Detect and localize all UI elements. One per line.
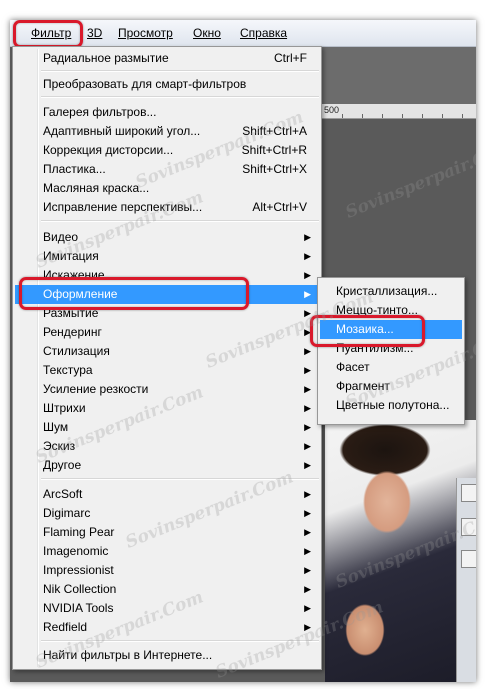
filter-item-browse-online[interactable]: Найти фильтры в Интернете... bbox=[15, 646, 319, 665]
callout-filter-menu bbox=[13, 20, 83, 48]
filter-item-redfield[interactable]: Redfield ▶ bbox=[15, 618, 319, 637]
filter-item-vanishing-point[interactable]: Исправление перспективы... Alt+Ctrl+V bbox=[15, 198, 319, 217]
filter-item-sketch[interactable]: Эскиз ▶ bbox=[15, 437, 319, 456]
filter-item-brush-strokes[interactable]: Штрихи ▶ bbox=[15, 399, 319, 418]
filter-item-radial-blur[interactable]: Радиальное размытие Ctrl+F bbox=[15, 49, 319, 68]
filter-item-oil-paint[interactable]: Масляная краска... bbox=[15, 179, 319, 198]
filter-item-render[interactable]: Рендеринг ▶ bbox=[15, 323, 319, 342]
submenu-item-fragment[interactable]: Фрагмент bbox=[320, 377, 462, 396]
filter-item-nik-collection[interactable]: Nik Collection ▶ bbox=[15, 580, 319, 599]
workspace-background bbox=[322, 46, 476, 104]
filter-item-adaptive-wide-angle[interactable]: Адаптивный широкий угол... Shift+Ctrl+A bbox=[15, 122, 319, 141]
horizontal-ruler: 500 bbox=[322, 104, 476, 119]
filter-item-noise[interactable]: Шум ▶ bbox=[15, 418, 319, 437]
filter-item-artistic[interactable]: Имитация ▶ bbox=[15, 247, 319, 266]
filter-item-other[interactable]: Другое ▶ bbox=[15, 456, 319, 475]
menu-help[interactable]: Справка bbox=[240, 25, 287, 41]
filter-item-imagenomic[interactable]: Imagenomic ▶ bbox=[15, 542, 319, 561]
filter-item-gallery[interactable]: Галерея фильтров... bbox=[15, 103, 319, 122]
canvas-photo bbox=[325, 420, 476, 682]
filter-item-flaming-pear[interactable]: Flaming Pear ▶ bbox=[15, 523, 319, 542]
filter-item-impressionist[interactable]: Impressionist ▶ bbox=[15, 561, 319, 580]
submenu-item-color-halftone[interactable]: Цветные полутона... bbox=[320, 396, 462, 415]
filter-item-liquify[interactable]: Пластика... Shift+Ctrl+X bbox=[15, 160, 319, 179]
photoshop-window: 500 Фильтр 3D Просмотр Окно Справка Ради… bbox=[10, 20, 476, 682]
filter-item-lens-correction[interactable]: Коррекция дисторсии... Shift+Ctrl+R bbox=[15, 141, 319, 160]
filter-item-convert-smart[interactable]: Преобразовать для смарт-фильтров bbox=[15, 75, 319, 94]
filter-item-video[interactable]: Видео ▶ bbox=[15, 228, 319, 247]
filter-item-texture[interactable]: Текстура ▶ bbox=[15, 361, 319, 380]
submenu-item-crystallize[interactable]: Кристаллизация... bbox=[320, 282, 462, 301]
filter-item-sharpen[interactable]: Усиление резкости ▶ bbox=[15, 380, 319, 399]
filter-item-stylize[interactable]: Стилизация ▶ bbox=[15, 342, 319, 361]
callout-pixelate bbox=[19, 277, 249, 310]
watermark: Sovinsperpair.Com bbox=[342, 137, 476, 223]
submenu-item-facet[interactable]: Фасет bbox=[320, 358, 462, 377]
callout-mosaic bbox=[310, 315, 425, 347]
filter-item-digimarc[interactable]: Digimarc ▶ bbox=[15, 504, 319, 523]
filter-item-nvidia-tools[interactable]: NVIDIA Tools ▶ bbox=[15, 599, 319, 618]
ruler-number: 500 bbox=[324, 105, 340, 115]
pixelate-submenu: Кристаллизация... Меццо-тинто... Мозаика… bbox=[317, 277, 465, 425]
menu-3d[interactable]: 3D bbox=[87, 25, 102, 41]
menu-window[interactable]: Окно bbox=[193, 25, 221, 41]
filter-menu: Радиальное размытие Ctrl+F Преобразовать … bbox=[12, 46, 322, 670]
menu-view[interactable]: Просмотр bbox=[118, 25, 173, 41]
filter-item-arcsoft[interactable]: ArcSoft ▶ bbox=[15, 485, 319, 504]
side-panel-fragment[interactable] bbox=[456, 478, 476, 682]
